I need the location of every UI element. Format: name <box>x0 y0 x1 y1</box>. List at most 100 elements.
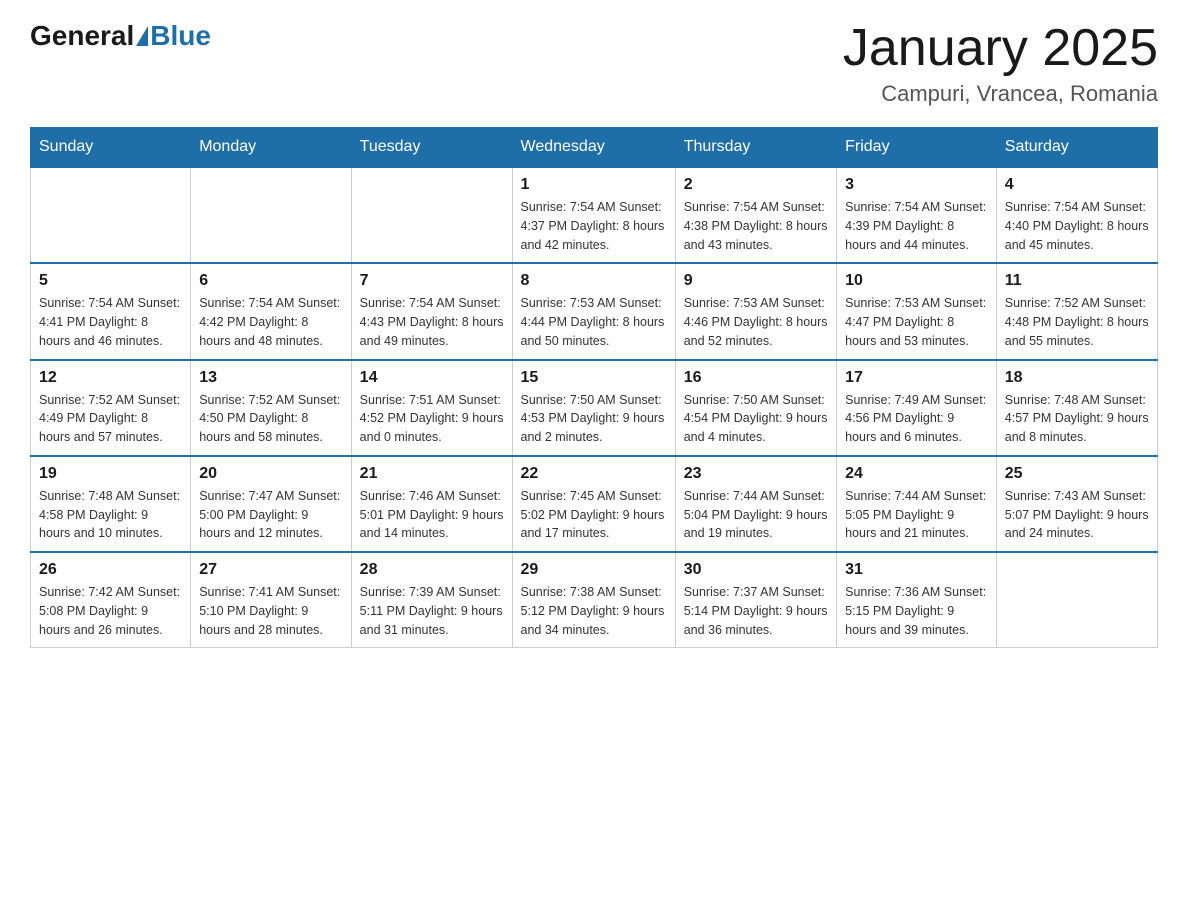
column-header-monday: Monday <box>191 128 351 168</box>
calendar-cell: 22 Sunrise: 7:45 AM Sunset: 5:02 PM Dayli… <box>512 456 675 552</box>
calendar-cell: 17Sunrise: 7:49 AM Sunset: 4:56 PM Dayli… <box>837 360 997 456</box>
calendar-cell <box>996 552 1157 648</box>
day-number: 5 <box>39 272 182 290</box>
day-info: Sunrise: 7:54 AM Sunset: 4:40 PM Dayligh… <box>1005 198 1149 254</box>
calendar-header-row: SundayMondayTuesdayWednesdayThursdayFrid… <box>31 128 1158 168</box>
day-number: 11 <box>1005 272 1149 290</box>
calendar-cell <box>31 167 191 263</box>
location-subtitle: Campuri, Vrancea, Romania <box>843 81 1158 107</box>
day-info: Sunrise: 7:52 AM Sunset: 4:48 PM Dayligh… <box>1005 294 1149 350</box>
day-number: 26 <box>39 561 182 579</box>
day-info: Sunrise: 7:54 AM Sunset: 4:43 PM Dayligh… <box>360 294 504 350</box>
calendar-cell: 3 Sunrise: 7:54 AM Sunset: 4:39 PM Daylig… <box>837 167 997 263</box>
calendar-cell: 24 Sunrise: 7:44 AM Sunset: 5:05 PM Dayli… <box>837 456 997 552</box>
month-title: January 2025 <box>843 20 1158 77</box>
day-info: Sunrise: 7:47 AM Sunset: 5:00 PM Dayligh… <box>199 487 342 543</box>
day-number: 28 <box>360 561 504 579</box>
day-number: 22 <box>521 465 667 483</box>
day-number: 20 <box>199 465 342 483</box>
page-header: General Blue January 2025 Campuri, Vranc… <box>30 20 1158 107</box>
day-info: Sunrise: 7:53 AM Sunset: 4:46 PM Dayligh… <box>684 294 828 350</box>
day-number: 23 <box>684 465 828 483</box>
day-number: 19 <box>39 465 182 483</box>
day-number: 24 <box>845 465 988 483</box>
calendar-week-row: 5 Sunrise: 7:54 AM Sunset: 4:41 PM Daylig… <box>31 263 1158 359</box>
column-header-friday: Friday <box>837 128 997 168</box>
day-number: 1 <box>521 176 667 194</box>
day-info: Sunrise: 7:54 AM Sunset: 4:39 PM Dayligh… <box>845 198 988 254</box>
calendar-week-row: 1 Sunrise: 7:54 AM Sunset: 4:37 PM Daylig… <box>31 167 1158 263</box>
day-info: Sunrise: 7:54 AM Sunset: 4:42 PM Dayligh… <box>199 294 342 350</box>
day-number: 14 <box>360 369 504 387</box>
day-info: Sunrise: 7:50 AM Sunset: 4:54 PM Dayligh… <box>684 391 828 447</box>
day-info: Sunrise: 7:53 AM Sunset: 4:44 PM Dayligh… <box>521 294 667 350</box>
day-number: 6 <box>199 272 342 290</box>
calendar-cell: 13 Sunrise: 7:52 AM Sunset: 4:50 PM Dayli… <box>191 360 351 456</box>
day-info: Sunrise: 7:48 AM Sunset: 4:57 PM Dayligh… <box>1005 391 1149 447</box>
calendar-cell <box>351 167 512 263</box>
day-info: Sunrise: 7:44 AM Sunset: 5:04 PM Dayligh… <box>684 487 828 543</box>
day-number: 7 <box>360 272 504 290</box>
calendar-cell: 31 Sunrise: 7:36 AM Sunset: 5:15 PM Dayli… <box>837 552 997 648</box>
calendar-week-row: 26Sunrise: 7:42 AM Sunset: 5:08 PM Dayli… <box>31 552 1158 648</box>
column-header-tuesday: Tuesday <box>351 128 512 168</box>
day-number: 30 <box>684 561 828 579</box>
calendar-cell: 1 Sunrise: 7:54 AM Sunset: 4:37 PM Daylig… <box>512 167 675 263</box>
logo-blue-text: Blue <box>150 20 211 52</box>
day-info: Sunrise: 7:52 AM Sunset: 4:50 PM Dayligh… <box>199 391 342 447</box>
calendar-cell: 16 Sunrise: 7:50 AM Sunset: 4:54 PM Dayli… <box>675 360 836 456</box>
calendar-table: SundayMondayTuesdayWednesdayThursdayFrid… <box>30 127 1158 648</box>
calendar-cell: 7 Sunrise: 7:54 AM Sunset: 4:43 PM Daylig… <box>351 263 512 359</box>
day-info: Sunrise: 7:51 AM Sunset: 4:52 PM Dayligh… <box>360 391 504 447</box>
day-number: 21 <box>360 465 504 483</box>
day-info: Sunrise: 7:44 AM Sunset: 5:05 PM Dayligh… <box>845 487 988 543</box>
calendar-cell: 8 Sunrise: 7:53 AM Sunset: 4:44 PM Daylig… <box>512 263 675 359</box>
calendar-cell: 20 Sunrise: 7:47 AM Sunset: 5:00 PM Dayli… <box>191 456 351 552</box>
day-info: Sunrise: 7:49 AM Sunset: 4:56 PM Dayligh… <box>845 391 988 447</box>
logo-general-text: General <box>30 20 134 52</box>
day-number: 16 <box>684 369 828 387</box>
day-info: Sunrise: 7:54 AM Sunset: 4:38 PM Dayligh… <box>684 198 828 254</box>
day-number: 29 <box>521 561 667 579</box>
calendar-week-row: 19 Sunrise: 7:48 AM Sunset: 4:58 PM Dayli… <box>31 456 1158 552</box>
calendar-cell: 4 Sunrise: 7:54 AM Sunset: 4:40 PM Daylig… <box>996 167 1157 263</box>
day-number: 9 <box>684 272 828 290</box>
day-number: 27 <box>199 561 342 579</box>
day-number: 3 <box>845 176 988 194</box>
day-number: 13 <box>199 369 342 387</box>
day-info: Sunrise: 7:39 AM Sunset: 5:11 PM Dayligh… <box>360 583 504 639</box>
day-info: Sunrise: 7:52 AM Sunset: 4:49 PM Dayligh… <box>39 391 182 447</box>
day-info: Sunrise: 7:38 AM Sunset: 5:12 PM Dayligh… <box>521 583 667 639</box>
calendar-cell: 9 Sunrise: 7:53 AM Sunset: 4:46 PM Daylig… <box>675 263 836 359</box>
day-info: Sunrise: 7:43 AM Sunset: 5:07 PM Dayligh… <box>1005 487 1149 543</box>
calendar-cell: 2 Sunrise: 7:54 AM Sunset: 4:38 PM Daylig… <box>675 167 836 263</box>
day-number: 4 <box>1005 176 1149 194</box>
day-number: 10 <box>845 272 988 290</box>
calendar-cell: 5 Sunrise: 7:54 AM Sunset: 4:41 PM Daylig… <box>31 263 191 359</box>
column-header-saturday: Saturday <box>996 128 1157 168</box>
calendar-cell <box>191 167 351 263</box>
day-info: Sunrise: 7:48 AM Sunset: 4:58 PM Dayligh… <box>39 487 182 543</box>
day-number: 15 <box>521 369 667 387</box>
day-number: 25 <box>1005 465 1149 483</box>
day-number: 8 <box>521 272 667 290</box>
calendar-cell: 18 Sunrise: 7:48 AM Sunset: 4:57 PM Dayli… <box>996 360 1157 456</box>
calendar-cell: 28 Sunrise: 7:39 AM Sunset: 5:11 PM Dayli… <box>351 552 512 648</box>
day-info: Sunrise: 7:54 AM Sunset: 4:41 PM Dayligh… <box>39 294 182 350</box>
day-number: 31 <box>845 561 988 579</box>
day-info: Sunrise: 7:37 AM Sunset: 5:14 PM Dayligh… <box>684 583 828 639</box>
day-info: Sunrise: 7:41 AM Sunset: 5:10 PM Dayligh… <box>199 583 342 639</box>
column-header-sunday: Sunday <box>31 128 191 168</box>
day-number: 12 <box>39 369 182 387</box>
day-info: Sunrise: 7:45 AM Sunset: 5:02 PM Dayligh… <box>521 487 667 543</box>
calendar-cell: 12 Sunrise: 7:52 AM Sunset: 4:49 PM Dayli… <box>31 360 191 456</box>
calendar-cell: 25 Sunrise: 7:43 AM Sunset: 5:07 PM Dayli… <box>996 456 1157 552</box>
calendar-cell: 6 Sunrise: 7:54 AM Sunset: 4:42 PM Daylig… <box>191 263 351 359</box>
day-number: 2 <box>684 176 828 194</box>
calendar-cell: 26Sunrise: 7:42 AM Sunset: 5:08 PM Dayli… <box>31 552 191 648</box>
day-info: Sunrise: 7:54 AM Sunset: 4:37 PM Dayligh… <box>521 198 667 254</box>
calendar-cell: 30 Sunrise: 7:37 AM Sunset: 5:14 PM Dayli… <box>675 552 836 648</box>
day-info: Sunrise: 7:36 AM Sunset: 5:15 PM Dayligh… <box>845 583 988 639</box>
day-number: 18 <box>1005 369 1149 387</box>
title-block: January 2025 Campuri, Vrancea, Romania <box>843 20 1158 107</box>
